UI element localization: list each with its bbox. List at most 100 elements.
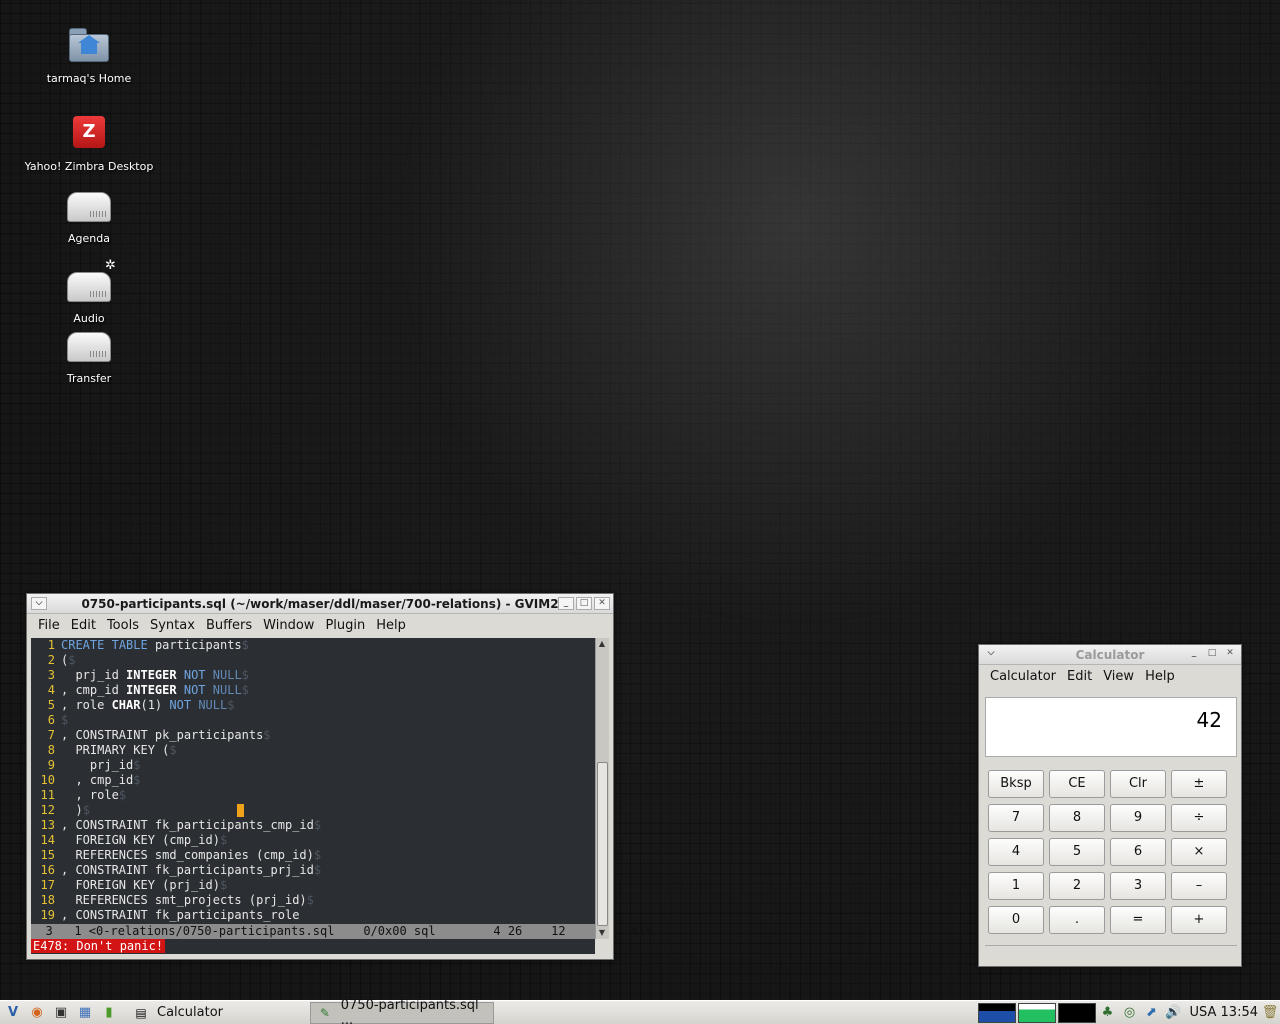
eol-marker: $ — [263, 728, 271, 742]
eol-marker: $ — [313, 863, 322, 877]
gvim-window[interactable]: ⌵ 0750-participants.sql (~/work/maser/dd… — [26, 593, 652, 960]
menu-plugin[interactable]: Plugin — [320, 618, 371, 633]
minimize-button[interactable]: _ — [558, 597, 574, 610]
calc-button-equals[interactable]: = — [1110, 906, 1166, 934]
line-number: 6 — [47, 713, 55, 727]
calc-button-add[interactable]: + — [1171, 906, 1227, 934]
desktop-icon-agenda[interactable]: Agenda — [14, 184, 164, 245]
vim-line: 5 , role CHAR(1) NOT NULL$ — [31, 698, 595, 713]
firefox-launcher-icon[interactable]: ◉ — [26, 1002, 48, 1024]
menu-syntax[interactable]: Syntax — [145, 618, 201, 633]
calc-button-multiply[interactable]: × — [1171, 838, 1227, 866]
main-menu-icon[interactable]: V — [2, 1002, 24, 1024]
network-manager-icon[interactable]: ◎ — [1120, 1003, 1140, 1023]
calc-button-0[interactable]: 0 — [988, 906, 1044, 934]
menu-help[interactable]: Help — [1140, 669, 1181, 684]
calc-button-clear-entry[interactable]: CE — [1049, 770, 1105, 798]
vim-line: 11 , role$ — [31, 788, 595, 803]
vim-text-area[interactable]: 1 CREATE TABLE participants$ 2 ($ 3 prj_id I… — [31, 638, 595, 938]
desktop-icon-home[interactable]: tarmaq's Home — [14, 24, 164, 85]
window-menu-icon[interactable]: ⌵ — [983, 648, 999, 661]
calc-button-5[interactable]: 5 — [1049, 838, 1105, 866]
line-number: 15 — [40, 848, 55, 862]
calc-button-plus-minus[interactable]: ± — [1171, 770, 1227, 798]
menu-buffers[interactable]: Buffers — [201, 618, 258, 633]
calc-button-decimal[interactable]: . — [1049, 906, 1105, 934]
memory-monitor-graph — [1057, 1002, 1096, 1023]
menu-file[interactable]: File — [33, 618, 66, 633]
trash-icon[interactable]: 🗑 — [1260, 1003, 1280, 1023]
vim-line: 19 , CONSTRAINT fk_participants_role — [31, 908, 595, 923]
volume-icon[interactable]: 🔊 — [1164, 1003, 1184, 1023]
calc-button-1[interactable]: 1 — [988, 872, 1044, 900]
updates-icon[interactable]: ♣ — [1098, 1003, 1118, 1023]
scroll-down-icon[interactable]: ▼ — [596, 927, 608, 939]
maximize-button[interactable]: □ — [1204, 648, 1220, 661]
vim-line: 12 )$ — [31, 803, 595, 818]
calc-button-divide[interactable]: ÷ — [1171, 804, 1227, 832]
code-token: prj_id — [75, 668, 127, 682]
maximize-button[interactable]: □ — [576, 597, 592, 610]
calc-button-backspace[interactable]: Bksp — [988, 770, 1044, 798]
show-desktop-icon[interactable]: ▮ — [98, 1002, 120, 1024]
vim-command-line[interactable]: E478: Don't panic! — [31, 939, 595, 954]
vim-line: 15 REFERENCES smd_companies (cmp_id)$ — [31, 848, 595, 863]
calc-button-6[interactable]: 6 — [1110, 838, 1166, 866]
gvim-titlebar[interactable]: ⌵ 0750-participants.sql (~/work/maser/dd… — [27, 594, 613, 614]
clock[interactable]: USA 13:54 — [1190, 1005, 1259, 1020]
task-label: Calculator — [157, 1005, 224, 1020]
task-gvim[interactable]: ✎ 0750-participants.sql ... — [310, 998, 494, 1024]
clipboard-icon[interactable]: ⬈ — [1142, 1003, 1162, 1023]
calculator-display[interactable]: 42 — [985, 697, 1237, 757]
menu-tools[interactable]: Tools — [102, 618, 145, 633]
terminal-launcher-icon[interactable]: ▣ — [50, 1002, 72, 1024]
minimize-button[interactable]: _ — [1186, 648, 1202, 661]
calculator-window[interactable]: ⌵ Calculator _ □ ✕ Calculator Edit View … — [978, 644, 1242, 967]
calc-button-2[interactable]: 2 — [1049, 872, 1105, 900]
menu-window[interactable]: Window — [258, 618, 320, 633]
menu-edit[interactable]: Edit — [66, 618, 102, 633]
eol-marker: $ — [133, 773, 141, 787]
network-monitor-graph — [977, 1002, 1016, 1023]
close-button[interactable]: ✕ — [1222, 648, 1238, 661]
calc-button-subtract[interactable]: – — [1171, 872, 1227, 900]
menu-edit[interactable]: Edit — [1062, 669, 1098, 684]
line-number: 16 — [40, 863, 55, 877]
window-menu-icon[interactable]: ⌵ — [31, 597, 47, 610]
menu-help[interactable]: Help — [371, 618, 412, 633]
line-number: 11 — [40, 788, 55, 802]
eol-marker: $ — [227, 698, 235, 712]
workspace-switcher-icon[interactable]: ▦ — [74, 1002, 96, 1024]
menu-view[interactable]: View — [1098, 669, 1140, 684]
scroll-up-icon[interactable]: ▲ — [596, 638, 608, 650]
calc-button-3[interactable]: 3 — [1110, 872, 1166, 900]
desktop-icon-audio[interactable]: ✲ Audio — [14, 258, 164, 325]
vim-line: 13 , CONSTRAINT fk_participants_cmp_id$ — [31, 818, 595, 833]
menu-calculator[interactable]: Calculator — [985, 669, 1062, 684]
calc-button-clear-all[interactable]: Clr — [1110, 770, 1166, 798]
calc-button-7[interactable]: 7 — [988, 804, 1044, 832]
code-token: , cmp_id — [75, 773, 134, 787]
vim-scrollbar[interactable]: ▲ ▼ — [595, 638, 609, 939]
vim-line: 17 FOREIGN KEY (prj_id)$ — [31, 878, 595, 893]
desktop-icon-transfer[interactable]: Transfer — [14, 324, 164, 385]
eol-marker: $ — [241, 668, 249, 682]
eol-marker: $ — [219, 878, 228, 892]
calculator-titlebar[interactable]: ⌵ Calculator _ □ ✕ — [979, 645, 1241, 665]
line-number: 7 — [47, 728, 55, 742]
close-button[interactable]: ✕ — [594, 597, 610, 610]
scroll-thumb[interactable] — [597, 762, 608, 926]
task-calculator[interactable]: ▤ Calculator — [126, 1002, 304, 1024]
code-token: CHAR — [111, 698, 141, 712]
line-number: 2 — [47, 653, 55, 667]
code-token: FOREIGN KEY (cmp_id) — [75, 833, 220, 847]
vim-line: 9 prj_id$ — [31, 758, 595, 773]
calc-button-4[interactable]: 4 — [988, 838, 1044, 866]
desktop-icon-zimbra[interactable]: Z Yahoo! Zimbra Desktop — [14, 112, 164, 173]
calc-button-9[interactable]: 9 — [1110, 804, 1166, 832]
calc-button-8[interactable]: 8 — [1049, 804, 1105, 832]
